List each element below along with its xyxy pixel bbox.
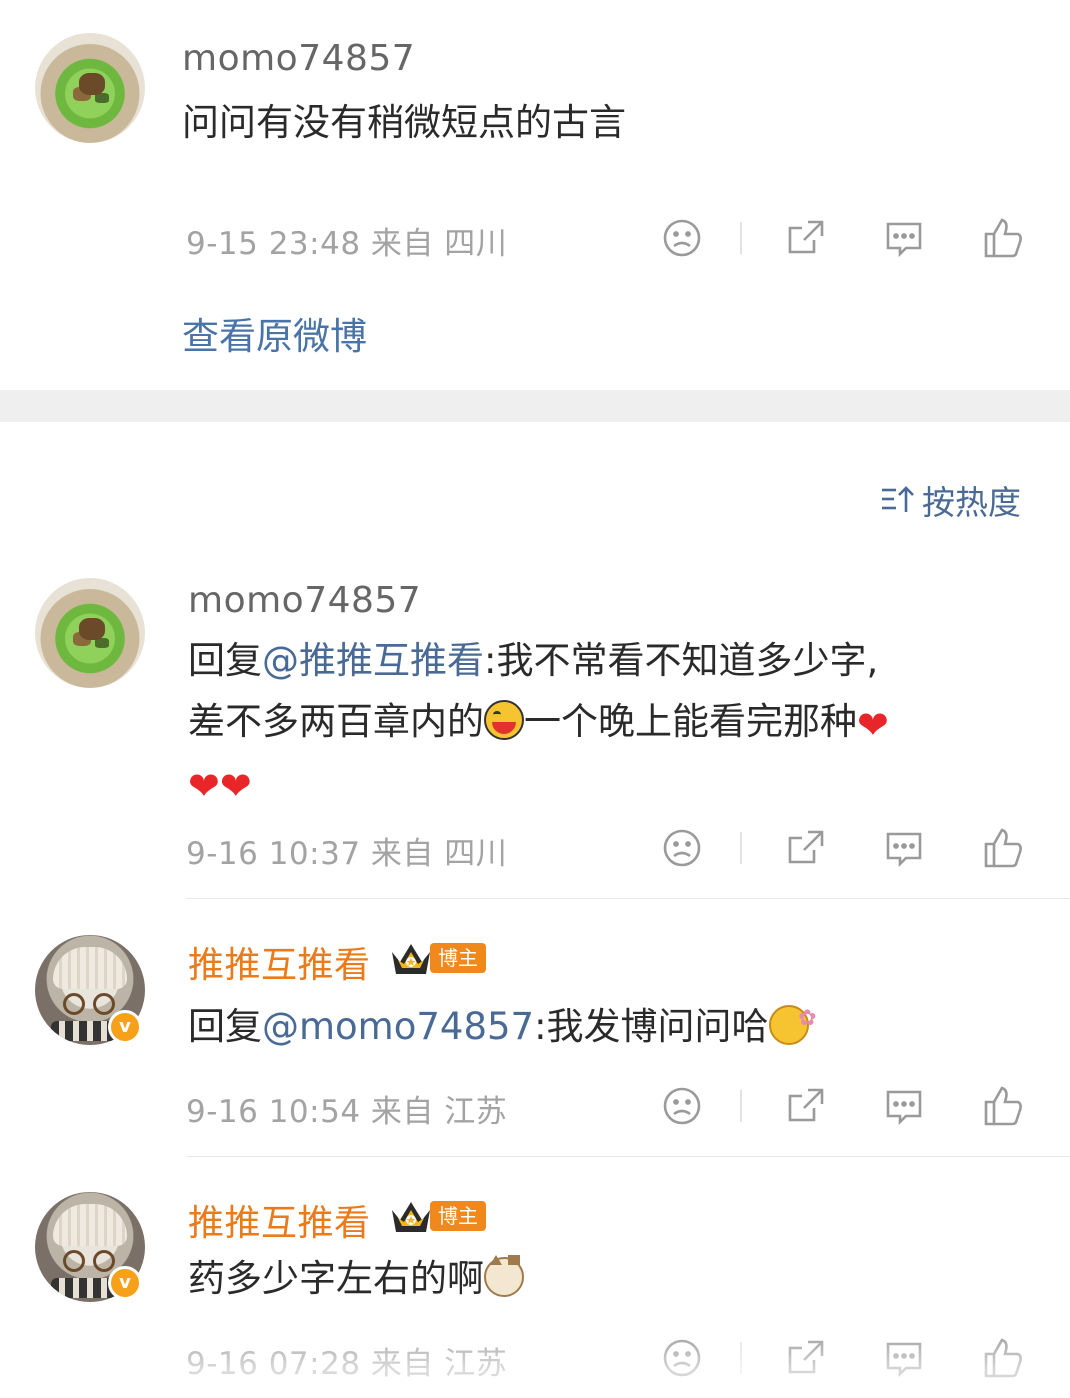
- blogger-badge: 博主: [388, 1196, 486, 1236]
- comment-text-part: 一个晚上能看完那种: [524, 700, 857, 743]
- comment-meta: 9-16 10:37 来自 四川: [186, 836, 508, 872]
- comment-text: 药多少字左右的啊: [188, 1248, 524, 1309]
- reply-prefix: 回复: [188, 639, 262, 682]
- post-author-name[interactable]: momo74857: [182, 38, 415, 79]
- sad-face-icon[interactable]: [660, 216, 704, 260]
- comment-meta: 9-16 07:28 来自 江苏: [186, 1346, 508, 1382]
- post-text: 问问有没有稍微短点的古言: [182, 101, 626, 144]
- laughing-emoji-icon: [484, 700, 524, 740]
- comment-action-bar: [660, 1336, 1040, 1380]
- cat-emoji-icon: [484, 1255, 524, 1297]
- blogger-label: 博主: [430, 943, 486, 973]
- comment-icon[interactable]: [882, 826, 926, 870]
- comment-icon[interactable]: [882, 1336, 926, 1380]
- blogger-label: 博主: [430, 1201, 486, 1231]
- share-icon[interactable]: [784, 216, 828, 260]
- action-divider: [740, 1090, 742, 1122]
- verified-badge-icon: v: [108, 1266, 142, 1300]
- sad-face-icon[interactable]: [660, 1336, 704, 1380]
- comment-separator: [186, 1156, 1070, 1157]
- heart-emoji-icon: ❤: [857, 703, 889, 747]
- comment-icon[interactable]: [882, 1084, 926, 1128]
- sort-label: 按热度: [922, 483, 1021, 522]
- comment-icon[interactable]: [882, 216, 926, 260]
- sad-face-icon[interactable]: [660, 826, 704, 870]
- section-divider: [0, 390, 1070, 422]
- crown-icon: [388, 938, 434, 978]
- comment-meta: 9-16 10:54 来自 江苏: [186, 1094, 508, 1130]
- thumbs-up-icon[interactable]: [980, 216, 1024, 260]
- blogger-badge: 博主: [388, 938, 486, 978]
- comment-text: 回复@推推互推看:我不常看不知道多少字, 差不多两百章内的 一个晚上能看完那种❤ …: [188, 630, 1048, 813]
- comment-text-part: 药多少字左右的啊: [188, 1257, 484, 1300]
- sort-by-hot-button[interactable]: 按热度: [880, 478, 1021, 522]
- comment-action-bar: [660, 826, 1040, 870]
- comment-text: 回复@momo74857:我发博问问哈: [188, 988, 817, 1057]
- sort-icon: [882, 486, 914, 512]
- thumbs-up-icon[interactable]: [980, 1336, 1024, 1380]
- mention-link[interactable]: @推推互推看: [262, 639, 484, 682]
- heart-emoji-icon: ❤: [188, 764, 220, 808]
- comment-author-name[interactable]: momo74857: [188, 580, 421, 621]
- share-icon[interactable]: [784, 1336, 828, 1380]
- reply-prefix: 回复: [188, 1005, 262, 1048]
- avatar[interactable]: [35, 578, 145, 688]
- mention-link[interactable]: @momo74857: [262, 1005, 534, 1048]
- thumbs-up-icon[interactable]: [980, 1084, 1024, 1128]
- comment-text-part: :我不常看不知道多少字,: [484, 639, 879, 682]
- heart-emoji-icon: ❤: [219, 764, 252, 808]
- comment-author-name[interactable]: 推推互推看: [188, 1194, 371, 1246]
- share-icon[interactable]: [784, 826, 828, 870]
- comment-separator: [186, 898, 1070, 899]
- post-action-bar: [660, 216, 1040, 260]
- action-divider: [740, 222, 742, 254]
- verified-badge-icon: v: [108, 1010, 142, 1044]
- post-meta: 9-15 23:48 来自 四川: [186, 226, 508, 262]
- comment-author-name[interactable]: 推推互推看: [188, 936, 371, 988]
- share-icon[interactable]: [784, 1084, 828, 1128]
- view-original-link[interactable]: 查看原微博: [182, 306, 367, 360]
- sad-face-icon[interactable]: [660, 1084, 704, 1128]
- thumbs-up-icon[interactable]: [980, 826, 1024, 870]
- avatar[interactable]: [35, 33, 145, 143]
- comment-text-part: :我发博问问哈: [534, 1005, 769, 1048]
- comment-action-bar: [660, 1084, 1040, 1128]
- comment-text-part: 差不多两百章内的: [188, 700, 484, 743]
- action-divider: [740, 1342, 742, 1374]
- crown-icon: [388, 1196, 434, 1236]
- action-divider: [740, 832, 742, 864]
- happy-flower-emoji-icon: [768, 988, 817, 1049]
